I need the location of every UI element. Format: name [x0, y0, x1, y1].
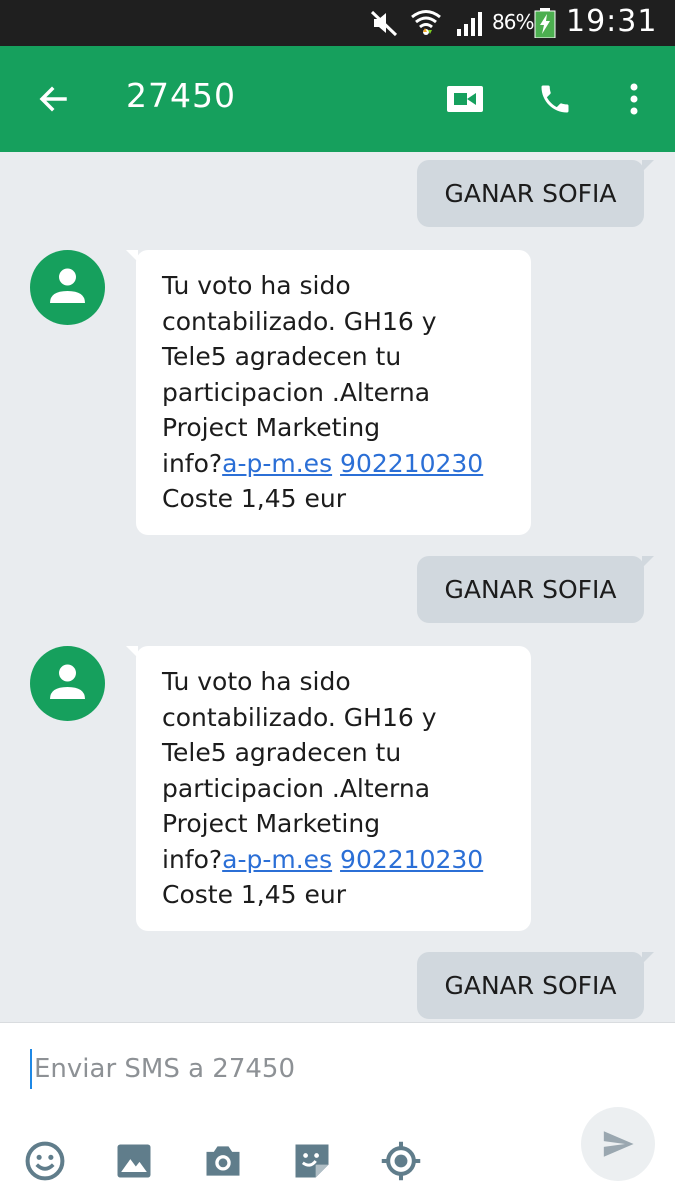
battery-charging-icon — [534, 8, 556, 38]
status-bar: 86% 19:31 — [0, 0, 675, 46]
wifi-icon — [411, 10, 441, 35]
website-link[interactable]: a-p-m.es — [222, 449, 332, 478]
message-line: Tele5 agradecen tu — [162, 738, 402, 767]
message-line: Project Marketing — [162, 809, 381, 838]
outgoing-message[interactable]: GANAR SOFIA — [417, 556, 654, 623]
incoming-message[interactable]: Tu voto ha sido contabilizado. GH16 y Te… — [126, 250, 531, 535]
outgoing-message[interactable]: GANAR SOFIA — [417, 952, 654, 1019]
back-button[interactable] — [27, 73, 79, 125]
clock: 19:31 — [566, 4, 658, 39]
composer: Enviar SMS a 27450 — [0, 1022, 675, 1200]
send-button[interactable] — [581, 1107, 655, 1181]
message-list[interactable]: GANAR SOFIA Tu voto ha sido contabilizad… — [0, 152, 675, 1022]
message-line: Tu voto ha sido — [162, 667, 351, 696]
outgoing-message[interactable]: GANAR SOFIA — [417, 160, 654, 227]
message-text: GANAR SOFIA — [444, 179, 617, 208]
message-line: info?a-p-m.es 902210230 — [162, 446, 511, 482]
message-line: participacion .Alterna — [162, 773, 431, 803]
message-line: Tele5 agradecen tu — [162, 342, 402, 371]
video-call-button[interactable] — [439, 73, 491, 125]
message-line: participacion .Alterna — [162, 377, 431, 407]
message-text: GANAR SOFIA — [444, 971, 617, 1000]
sticker-icon[interactable] — [290, 1139, 334, 1183]
info-prefix: info? — [162, 844, 223, 874]
camera-icon[interactable] — [201, 1139, 245, 1183]
back-arrow-icon — [39, 86, 67, 112]
image-icon[interactable] — [112, 1139, 156, 1183]
phone-link[interactable]: 902210230 — [340, 845, 483, 874]
person-icon — [50, 268, 85, 303]
more-vert-icon — [630, 83, 638, 115]
person-icon — [50, 664, 85, 699]
avatar[interactable] — [30, 646, 105, 721]
video-call-icon — [447, 86, 483, 112]
message-line: Tu voto ha sido — [162, 271, 351, 300]
message-line: Project Marketing — [162, 413, 381, 442]
message-line: Coste 1,45 eur — [162, 484, 347, 513]
message-text: GANAR SOFIA — [444, 575, 617, 604]
send-icon — [603, 1131, 634, 1157]
avatar[interactable] — [30, 250, 105, 325]
conversation-title: 27450 — [126, 76, 236, 115]
message-line: Coste 1,45 eur — [162, 880, 347, 909]
app-bar: 27450 — [0, 46, 675, 152]
incoming-message[interactable]: Tu voto ha sido contabilizado. GH16 y Te… — [126, 646, 531, 931]
phone-link[interactable]: 902210230 — [340, 449, 483, 478]
phone-icon — [541, 85, 569, 113]
website-link[interactable]: a-p-m.es — [222, 845, 332, 874]
signal-icon — [457, 12, 482, 36]
location-icon[interactable] — [379, 1139, 423, 1183]
emoji-icon[interactable] — [23, 1139, 67, 1183]
message-line: info?a-p-m.es 902210230 — [162, 842, 511, 878]
phone-call-button[interactable] — [529, 73, 581, 125]
more-options-button[interactable] — [608, 73, 660, 125]
message-line: contabilizado. GH16 y — [162, 306, 437, 336]
info-prefix: info? — [162, 448, 223, 478]
message-line: contabilizado. GH16 y — [162, 702, 437, 732]
mute-icon — [370, 10, 398, 37]
message-input[interactable]: Enviar SMS a 27450 — [30, 1049, 295, 1089]
battery-percent: 86% — [492, 10, 534, 34]
